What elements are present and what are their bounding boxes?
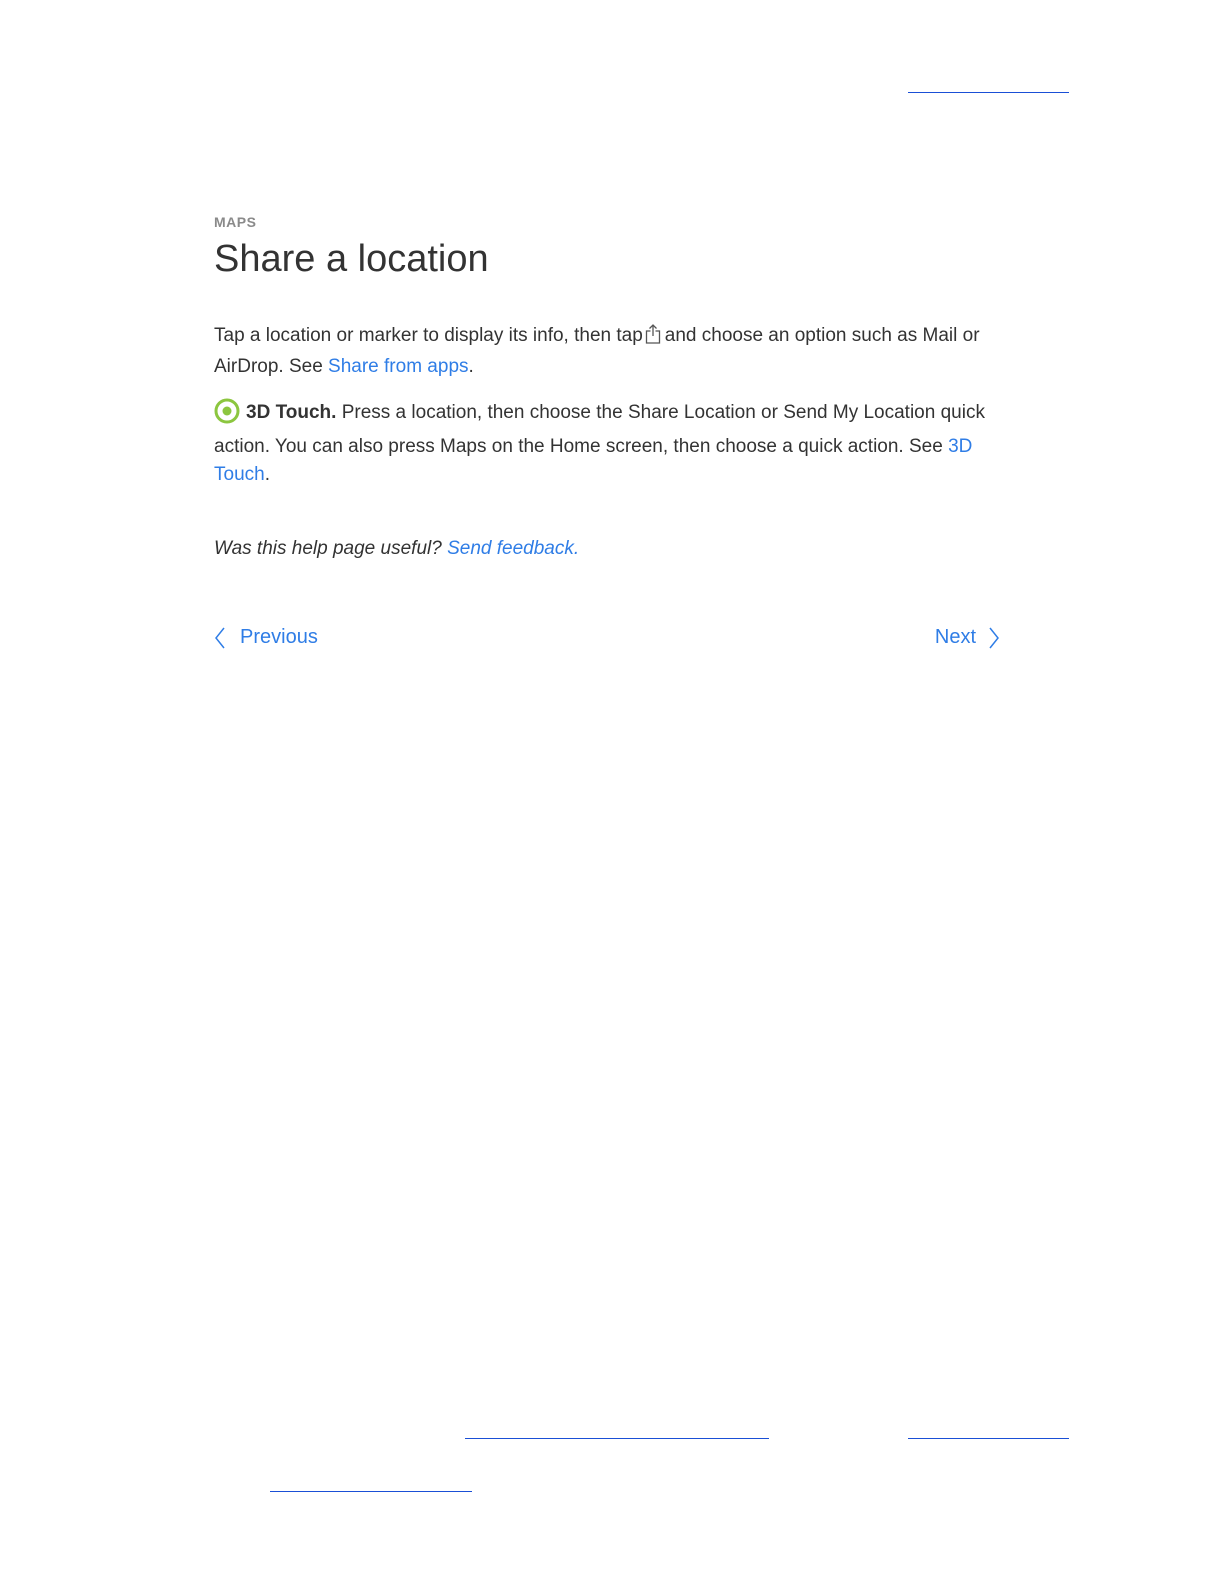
next-button[interactable]: Next (935, 626, 1000, 649)
page-title: Share a location (214, 238, 489, 280)
footer-link-underline[interactable] (270, 1491, 472, 1492)
share-from-apps-link[interactable]: Share from apps (328, 356, 468, 377)
footer-link-underline[interactable] (465, 1438, 769, 1439)
feedback-punctuation: . (573, 538, 580, 559)
3d-touch-label: 3D Touch. (246, 402, 337, 423)
chevron-left-icon (215, 627, 225, 648)
section-label: MAPS (214, 214, 257, 230)
share-icon (645, 324, 661, 353)
paragraph-punctuation: . (264, 464, 270, 485)
previous-button[interactable]: Previous (214, 626, 318, 649)
feedback-prompt: Was this help page useful? Send feedback… (214, 538, 579, 560)
next-label: Next (934, 626, 976, 648)
send-feedback-link[interactable]: Send feedback (447, 538, 574, 559)
3d-touch-icon (214, 398, 240, 433)
chevron-right-icon (989, 627, 999, 648)
paragraph-punctuation: . (468, 356, 474, 377)
footer-link-underline[interactable] (908, 1438, 1069, 1439)
previous-label: Previous (240, 626, 318, 648)
paragraph-share-instructions: Tap a location or marker to display its … (214, 322, 1004, 381)
header-link-underline[interactable] (908, 92, 1069, 93)
paragraph-text: Tap a location or marker to display its … (214, 325, 643, 346)
paragraph-3d-touch: 3D Touch. Press a location, then choose … (214, 398, 1004, 489)
feedback-question: Was this help page useful? (214, 538, 442, 559)
